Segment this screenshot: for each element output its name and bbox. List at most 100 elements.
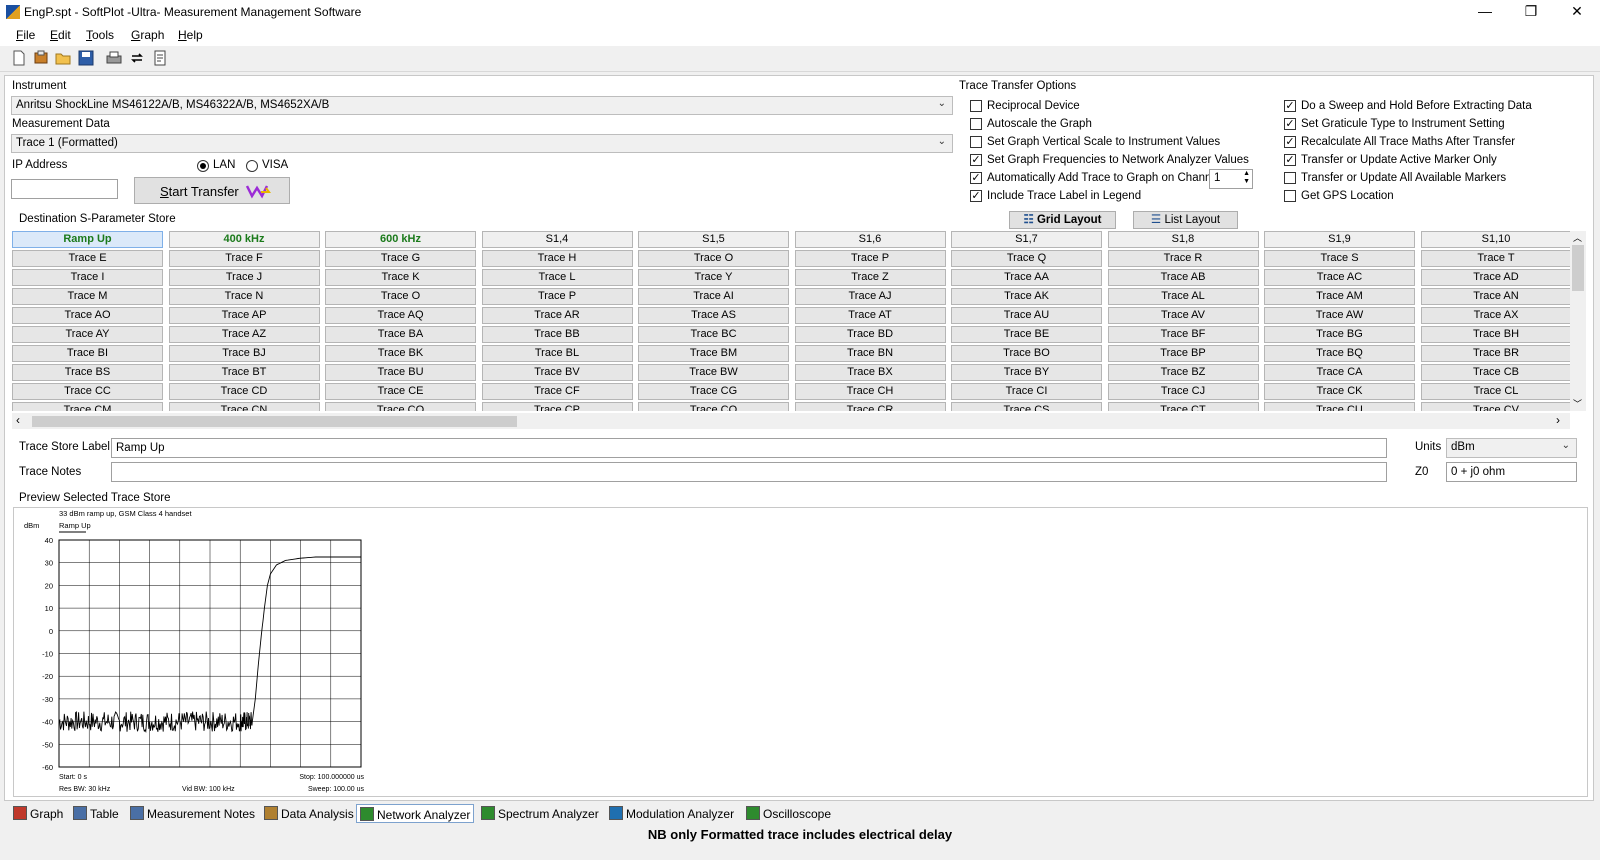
grid-cell[interactable]: Trace BG — [1264, 326, 1415, 343]
all-markers-checkbox[interactable] — [1284, 172, 1296, 184]
grid-cell[interactable]: Trace AM — [1264, 288, 1415, 305]
reciprocal-device-checkbox[interactable] — [970, 100, 982, 112]
grid-cell[interactable]: Trace AW — [1264, 307, 1415, 324]
visa-radio[interactable] — [246, 160, 258, 172]
grid-cell[interactable]: Trace CI — [951, 383, 1102, 400]
grid-cell[interactable]: Trace AU — [951, 307, 1102, 324]
grid-cell[interactable]: Trace AK — [951, 288, 1102, 305]
tab-modulation-analyzer[interactable]: Modulation Analyzer — [606, 804, 737, 823]
grid-header-cell[interactable]: 600 kHz — [325, 231, 476, 248]
horizontal-scroll-thumb[interactable] — [32, 416, 517, 427]
new-icon[interactable] — [10, 50, 28, 68]
grid-header-cell[interactable]: S1,8 — [1107, 231, 1259, 248]
grid-cell[interactable]: Trace CF — [481, 383, 633, 400]
grid-cell[interactable]: Trace AZ — [168, 326, 320, 343]
grid-cell[interactable]: Trace BI — [12, 345, 163, 362]
grid-cell[interactable]: Trace BO — [951, 345, 1102, 362]
grid-cell[interactable]: Trace G — [325, 250, 476, 267]
scroll-down-icon[interactable]: ﹀ — [1573, 397, 1582, 410]
grid-cell[interactable]: Trace AS — [638, 307, 789, 324]
folder-icon[interactable] — [54, 50, 72, 68]
grid-cell[interactable]: Trace AL — [1107, 288, 1259, 305]
autoscale-graph-checkbox[interactable] — [970, 118, 982, 130]
grid-cell[interactable]: Trace CS — [951, 402, 1102, 411]
open-icon[interactable] — [32, 50, 50, 68]
grid-cell[interactable]: Trace CR — [794, 402, 946, 411]
grid-cell[interactable]: Trace BB — [481, 326, 633, 343]
include-label-checkbox[interactable]: ✓ — [970, 190, 982, 202]
grid-cell[interactable]: Trace S — [1264, 250, 1415, 267]
horizontal-scrollbar[interactable]: ‹ › — [12, 413, 1570, 429]
grid-cell[interactable]: Trace R — [1107, 250, 1259, 267]
lan-radio[interactable] — [197, 160, 209, 172]
scroll-left-icon[interactable]: ‹ — [16, 413, 20, 427]
grid-cell[interactable]: Trace CJ — [1107, 383, 1259, 400]
grid-cell[interactable]: Trace P — [794, 250, 946, 267]
z0-input[interactable] — [1446, 462, 1577, 482]
grid-cell[interactable]: Trace CG — [638, 383, 789, 400]
scroll-up-icon[interactable]: ︿ — [1573, 231, 1582, 244]
grid-cell[interactable]: Trace BW — [638, 364, 789, 381]
grid-cell[interactable]: Trace BH — [1420, 326, 1570, 343]
grid-cell[interactable]: Trace M — [12, 288, 163, 305]
active-marker-checkbox[interactable]: ✓ — [1284, 154, 1296, 166]
grid-cell[interactable]: Trace F — [168, 250, 320, 267]
ip-address-input[interactable] — [11, 179, 118, 199]
grid-header-cell[interactable]: S1,9 — [1264, 231, 1415, 248]
channel-stepper[interactable]: 1 ▲ ▼ — [1209, 169, 1253, 189]
grid-cell[interactable]: Trace AQ — [325, 307, 476, 324]
vertical-scale-checkbox[interactable] — [970, 136, 982, 148]
sweep-hold-checkbox[interactable]: ✓ — [1284, 100, 1296, 112]
tab-graph[interactable]: Graph — [10, 804, 66, 823]
grid-cell[interactable]: Trace AI — [638, 288, 789, 305]
grid-cell[interactable]: Trace BF — [1107, 326, 1259, 343]
measurement-data-select[interactable]: Trace 1 (Formatted) ⌄ — [11, 134, 953, 153]
grid-cell[interactable]: Trace P — [481, 288, 633, 305]
menu-file[interactable]: File — [16, 28, 35, 42]
grid-cell[interactable]: Trace H — [481, 250, 633, 267]
list-layout-button[interactable]: ☰ List Layout — [1133, 211, 1238, 229]
grid-cell[interactable]: Trace AP — [168, 307, 320, 324]
grid-cell[interactable]: Trace E — [12, 250, 163, 267]
grid-cell[interactable]: Trace AT — [794, 307, 946, 324]
grid-cell[interactable]: Trace O — [325, 288, 476, 305]
grid-cell[interactable]: Trace BQ — [1264, 345, 1415, 362]
grid-cell[interactable]: Trace N — [168, 288, 320, 305]
grid-cell[interactable]: Trace BS — [12, 364, 163, 381]
grid-cell[interactable]: Trace L — [481, 269, 633, 286]
grid-cell[interactable]: Trace AD — [1420, 269, 1570, 286]
grid-header-cell[interactable]: S1,5 — [638, 231, 789, 248]
grid-cell[interactable]: Trace Y — [638, 269, 789, 286]
grid-cell[interactable]: Trace BY — [951, 364, 1102, 381]
grid-cell[interactable]: Trace CD — [168, 383, 320, 400]
tab-spectrum-analyzer[interactable]: Spectrum Analyzer — [478, 804, 602, 823]
tab-data-analysis[interactable]: Data Analysis — [261, 804, 357, 823]
auto-add-trace-checkbox[interactable]: ✓ — [970, 172, 982, 184]
grid-cell[interactable]: Trace CA — [1264, 364, 1415, 381]
grid-cell[interactable]: Trace CK — [1264, 383, 1415, 400]
trace-store-label-input[interactable] — [111, 438, 1387, 458]
grid-header-cell[interactable]: Ramp Up — [12, 231, 163, 248]
grid-cell[interactable]: Trace CB — [1420, 364, 1570, 381]
grid-header-cell[interactable]: S1,10 — [1420, 231, 1570, 248]
grid-cell[interactable]: Trace BM — [638, 345, 789, 362]
tab-oscilloscope[interactable]: Oscilloscope — [743, 804, 834, 823]
grid-cell[interactable]: Trace BT — [168, 364, 320, 381]
grid-cell[interactable]: Trace J — [168, 269, 320, 286]
tab-measurement-notes[interactable]: Measurement Notes — [127, 804, 258, 823]
grid-cell[interactable]: Trace CO — [325, 402, 476, 411]
recalculate-maths-checkbox[interactable]: ✓ — [1284, 136, 1296, 148]
grid-cell[interactable]: Trace CL — [1420, 383, 1570, 400]
grid-cell[interactable]: Trace AB — [1107, 269, 1259, 286]
start-transfer-button[interactable]: Start Transfer — [134, 177, 290, 204]
grid-header-cell[interactable]: S1,4 — [481, 231, 633, 248]
grid-cell[interactable]: Trace CQ — [638, 402, 789, 411]
menu-edit[interactable]: Edit — [50, 28, 71, 42]
grid-cell[interactable]: Trace AC — [1264, 269, 1415, 286]
set-frequencies-checkbox[interactable]: ✓ — [970, 154, 982, 166]
tab-network-analyzer[interactable]: Network Analyzer — [356, 804, 475, 823]
units-select[interactable]: dBm ⌄ — [1446, 438, 1577, 458]
grid-cell[interactable]: Trace CV — [1420, 402, 1570, 411]
menu-tools[interactable]: Tools — [86, 28, 114, 42]
stepper-arrows-icon[interactable]: ▲ ▼ — [1243, 170, 1250, 186]
